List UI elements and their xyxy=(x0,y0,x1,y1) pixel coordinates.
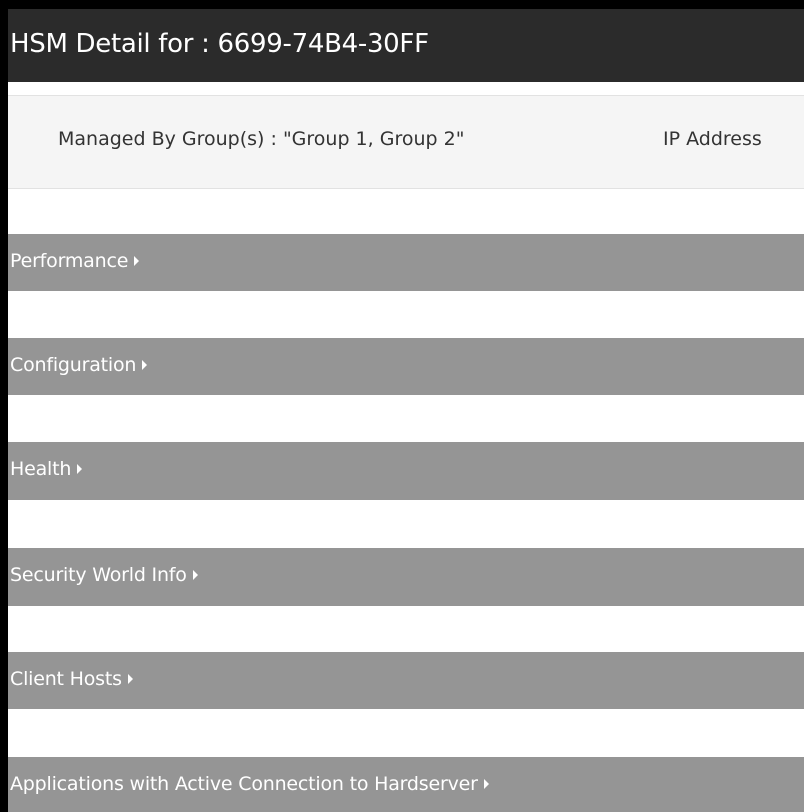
hsm-detail-panel: HSM Detail for : 6699-74B4-30FF Managed … xyxy=(8,9,804,812)
section-label-configuration: Configuration xyxy=(10,354,148,376)
section-label-performance: Performance xyxy=(10,250,140,272)
section-configuration[interactable]: Configuration xyxy=(8,338,804,395)
section-label-client-hosts: Client Hosts xyxy=(10,668,133,690)
caret-right-icon xyxy=(134,255,140,266)
section-performance[interactable]: Performance xyxy=(8,234,804,291)
info-bar: Managed By Group(s) : "Group 1, Group 2"… xyxy=(8,95,804,189)
section-label-applications-hardserver: Applications with Active Connection to H… xyxy=(10,773,489,795)
ip-address-label: IP Address xyxy=(663,128,762,150)
page-title: HSM Detail for : 6699-74B4-30FF xyxy=(10,29,429,59)
section-security-world-info[interactable]: Security World Info xyxy=(8,548,804,606)
section-applications-hardserver[interactable]: Applications with Active Connection to H… xyxy=(8,757,804,812)
section-client-hosts[interactable]: Client Hosts xyxy=(8,652,804,709)
section-label-health: Health xyxy=(10,458,83,480)
caret-right-icon xyxy=(483,778,489,789)
caret-right-icon xyxy=(142,359,148,370)
title-bar: HSM Detail for : 6699-74B4-30FF xyxy=(8,9,804,82)
managed-by-groups: Managed By Group(s) : "Group 1, Group 2" xyxy=(58,128,465,150)
caret-right-icon xyxy=(192,569,198,580)
section-health[interactable]: Health xyxy=(8,442,804,500)
caret-right-icon xyxy=(77,463,83,474)
section-label-security-world-info: Security World Info xyxy=(10,564,198,586)
caret-right-icon xyxy=(127,673,133,684)
